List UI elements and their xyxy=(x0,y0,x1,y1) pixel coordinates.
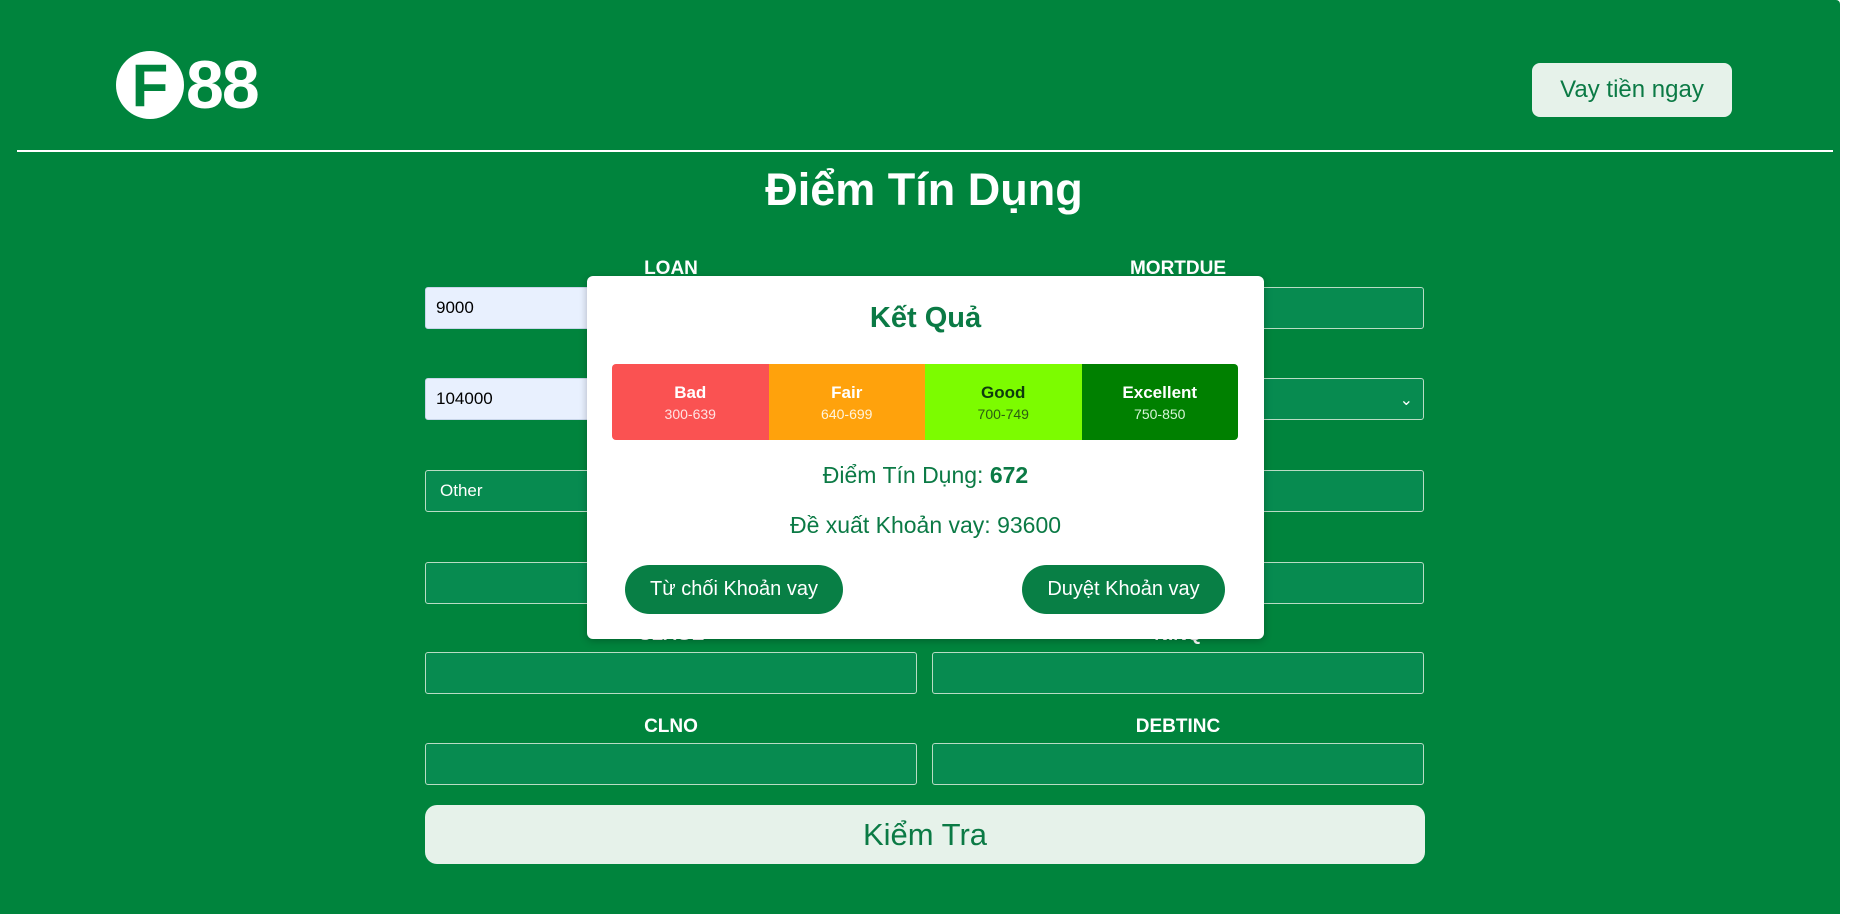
logo-number: 88 xyxy=(186,47,260,123)
chevron-down-icon: ⌄ xyxy=(1399,392,1413,409)
scale-range: 750-850 xyxy=(1134,405,1186,422)
approve-loan-button[interactable]: Duyệt Khoản vay xyxy=(1022,565,1225,614)
ninq-input[interactable] xyxy=(932,652,1424,694)
f88-logo[interactable]: F 88 xyxy=(116,47,260,123)
logo-mark: F xyxy=(116,51,184,119)
page-background: F 88 Vay tiền ngay Điểm Tín Dụng LOAN 90… xyxy=(0,0,1840,914)
check-button[interactable]: Kiểm Tra xyxy=(425,805,1425,864)
scale-name: Excellent xyxy=(1122,382,1198,402)
modal-title: Kết Quả xyxy=(869,302,982,334)
scale-segment-fair: Fair 640-699 xyxy=(768,364,925,440)
result-modal: Kết Quả Bad 300-639 Fair 640-699 Good 70… xyxy=(587,276,1264,639)
scale-segment-bad: Bad 300-639 xyxy=(612,364,769,440)
scale-range: 300-639 xyxy=(664,405,716,422)
scale-name: Fair xyxy=(831,382,863,402)
scale-name: Good xyxy=(981,382,1026,402)
scale-segment-good: Good 700-749 xyxy=(925,364,1082,440)
scale-range: 640-699 xyxy=(821,405,873,422)
reject-loan-button[interactable]: Từ chối Khoản vay xyxy=(625,565,843,614)
scale-segment-excellent: Excellent 750-850 xyxy=(1081,364,1238,440)
score-value: 672 xyxy=(989,462,1029,488)
credit-score-scale: Bad 300-639 Fair 640-699 Good 700-749 Ex… xyxy=(612,364,1238,440)
page-title: Điểm Tín Dụng xyxy=(765,164,1083,215)
field-label-clno: CLNO xyxy=(644,716,698,737)
scale-name: Bad xyxy=(674,382,707,402)
clage-input[interactable] xyxy=(425,652,917,694)
score-label: Điểm Tín Dụng: xyxy=(822,462,984,488)
scale-range: 700-749 xyxy=(977,405,1029,422)
borrow-now-button[interactable]: Vay tiền ngay xyxy=(1532,63,1732,117)
credit-score-line: Điểm Tín Dụng: 672 xyxy=(587,462,1264,489)
clno-input[interactable] xyxy=(425,743,917,785)
header-divider xyxy=(17,150,1833,152)
loan-suggestion: Đề xuất Khoản vay: 93600 xyxy=(789,512,1062,538)
debtinc-input[interactable] xyxy=(932,743,1424,785)
field-label-debtinc: DEBTINC xyxy=(1135,716,1221,737)
